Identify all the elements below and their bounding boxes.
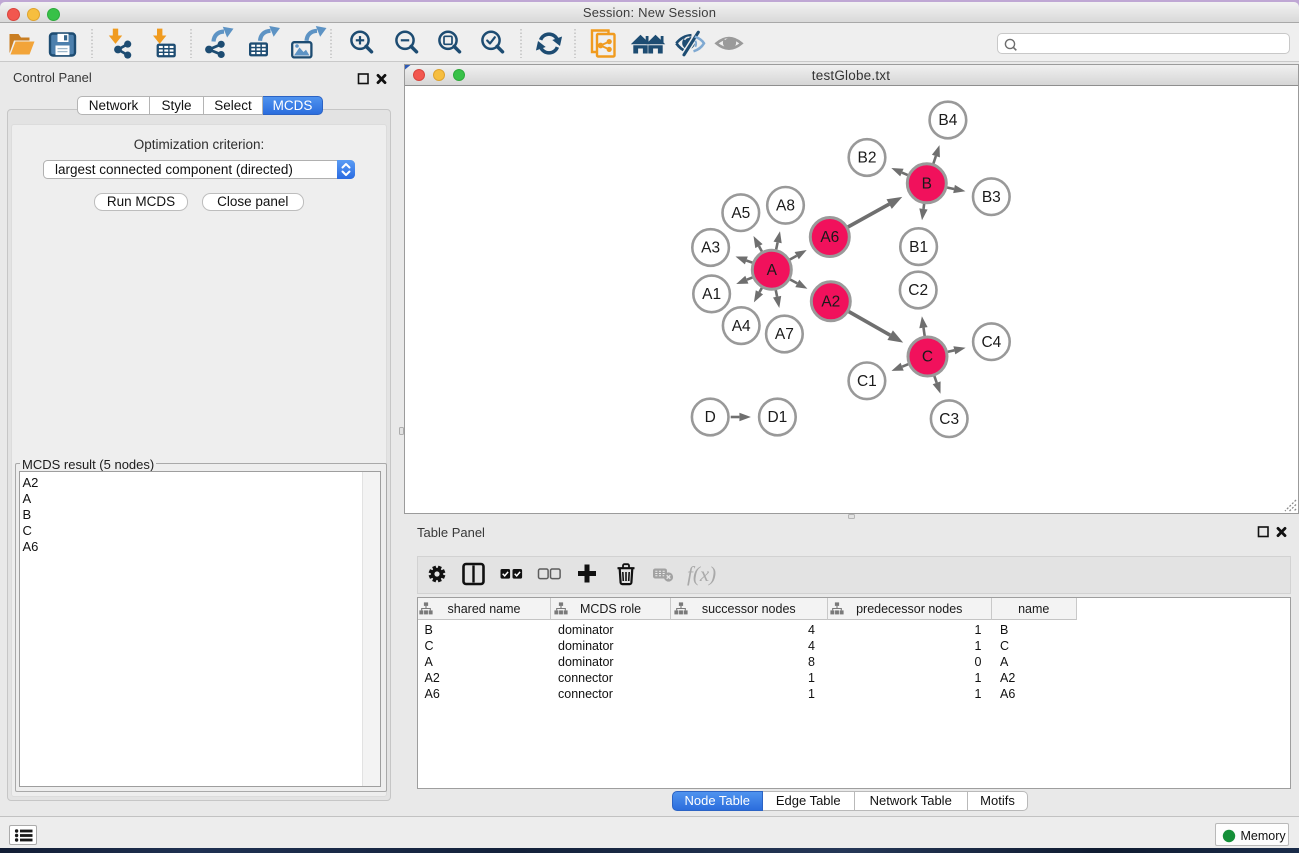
svg-text:C2: C2 xyxy=(908,282,928,299)
svg-text:A2: A2 xyxy=(821,294,840,311)
svg-text:C: C xyxy=(922,349,933,366)
svg-text:A8: A8 xyxy=(776,198,795,215)
svg-text:B1: B1 xyxy=(909,239,928,256)
svg-text:D1: D1 xyxy=(767,409,787,426)
svg-text:B2: B2 xyxy=(858,150,877,167)
svg-text:A7: A7 xyxy=(775,326,794,343)
svg-text:A5: A5 xyxy=(731,205,750,222)
svg-text:f(x): f(x) xyxy=(687,562,716,586)
svg-text:D: D xyxy=(705,409,716,426)
svg-text:A1: A1 xyxy=(702,286,721,303)
svg-text:B: B xyxy=(922,176,932,193)
svg-text:A4: A4 xyxy=(732,318,751,335)
svg-text:C1: C1 xyxy=(857,373,877,390)
svg-text:A6: A6 xyxy=(820,229,839,246)
svg-text:C4: C4 xyxy=(981,334,1001,351)
svg-text:C3: C3 xyxy=(939,411,959,428)
svg-text:B3: B3 xyxy=(982,189,1001,206)
svg-text:A3: A3 xyxy=(701,240,720,257)
svg-text:A: A xyxy=(767,262,778,279)
svg-text:B4: B4 xyxy=(938,112,957,129)
